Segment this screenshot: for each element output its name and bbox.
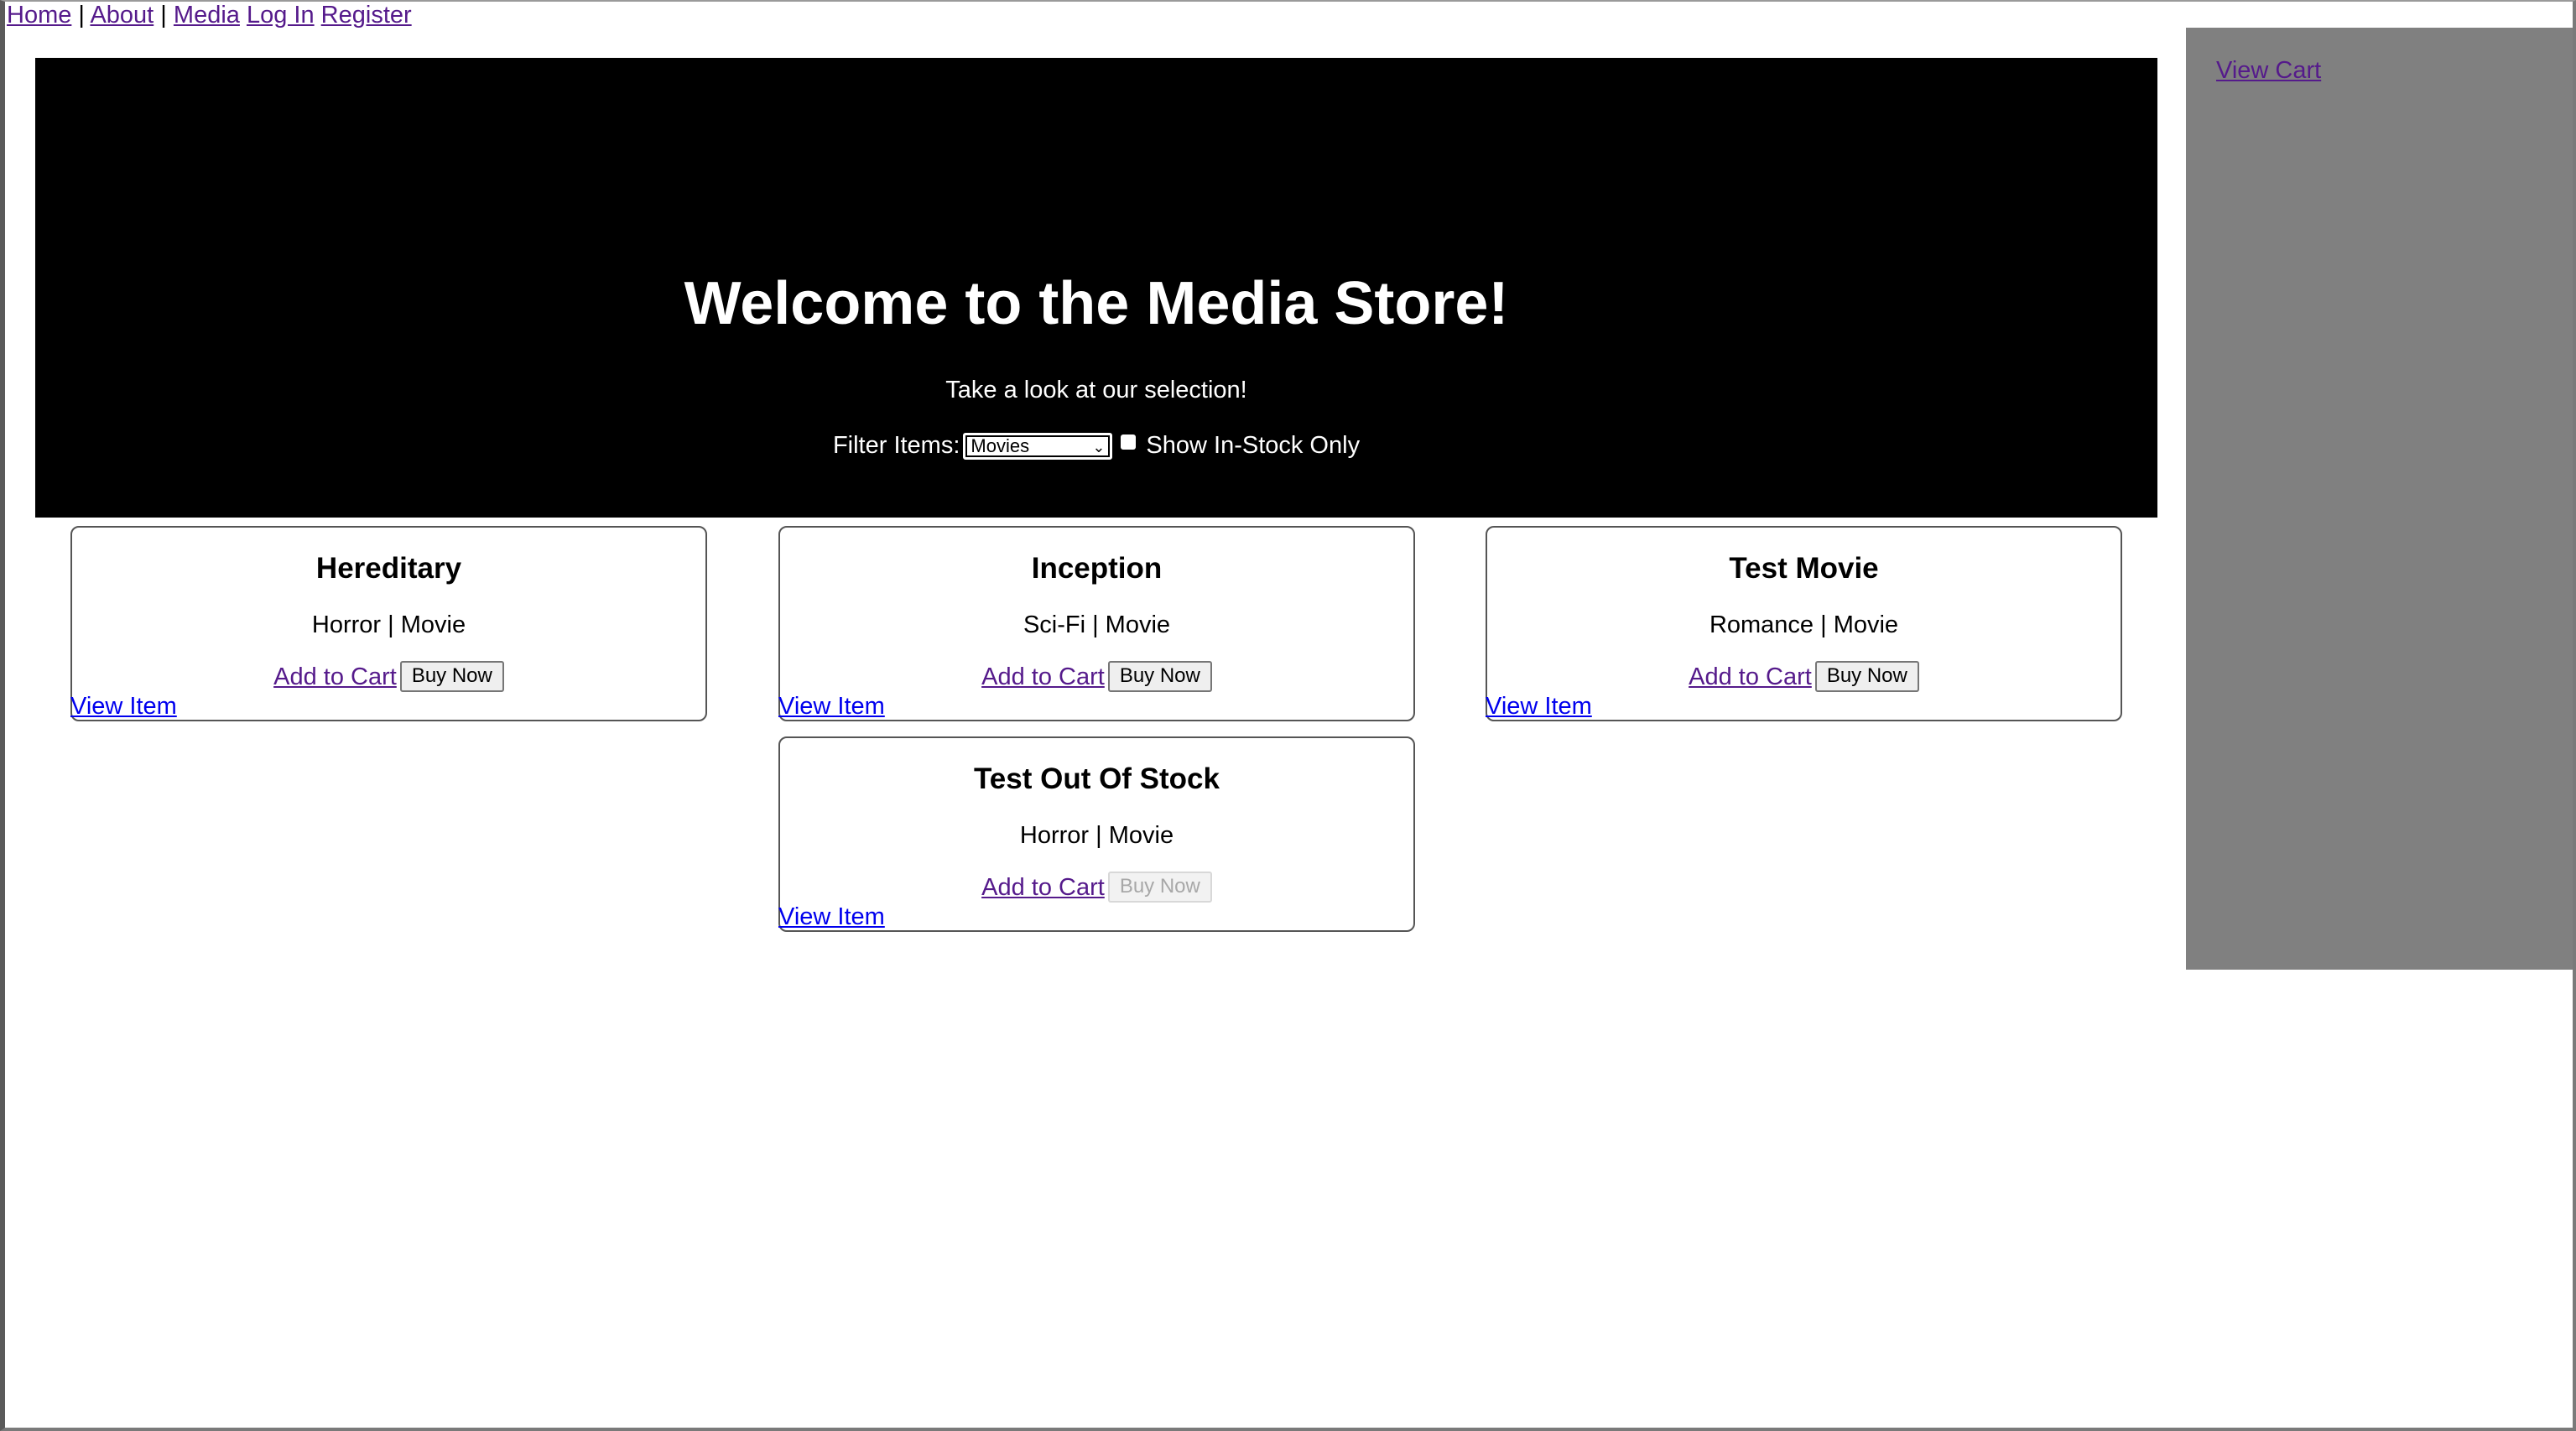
nav-separator: |	[78, 2, 85, 29]
item-genre: Horror | Movie	[1019, 822, 1174, 849]
add-to-cart-link[interactable]: Add to Cart	[981, 874, 1105, 901]
nav-separator: |	[160, 2, 167, 29]
item-title: Hereditary	[315, 552, 462, 585]
top-nav: Home | About | Media Log In Register	[7, 0, 412, 30]
nav-home-link[interactable]: Home	[7, 2, 71, 29]
item-card: Inception Sci-Fi | Movie Add to Cart Buy …	[778, 526, 1415, 721]
item-genre: Horror | Movie	[311, 611, 466, 638]
nav-about-link[interactable]: About	[90, 2, 154, 29]
filter-row: Filter Items: Movies ⌄ Show In-Stock Only	[35, 427, 2157, 464]
item-title: Test Out Of Stock	[974, 762, 1220, 795]
add-to-cart-link[interactable]: Add to Cart	[981, 663, 1105, 690]
buy-now-button: Buy Now	[1107, 871, 1212, 903]
item-actions: Add to Cart Buy Now	[72, 660, 705, 695]
instock-checkbox[interactable]	[1121, 435, 1137, 450]
item-genre: Romance | Movie	[1709, 611, 1899, 638]
instock-label: Show In-Stock Only	[1146, 432, 1361, 459]
item-title: Inception	[1031, 552, 1163, 585]
nav-register-link[interactable]: Register	[321, 2, 412, 29]
item-card: Hereditary Horror | Movie Add to Cart Buy…	[70, 526, 707, 721]
page-title: Welcome to the Media Store!	[684, 270, 1509, 337]
nav-login-link[interactable]: Log In	[247, 2, 315, 29]
buy-now-button[interactable]: Buy Now	[399, 660, 504, 692]
buy-now-button[interactable]: Buy Now	[1814, 660, 1919, 692]
item-title: Test Movie	[1729, 552, 1879, 585]
view-item-link[interactable]: View Item	[778, 691, 885, 721]
view-item-link[interactable]: View Item	[1486, 691, 1592, 721]
add-to-cart-link[interactable]: Add to Cart	[1689, 663, 1812, 690]
filter-selected-value: Movies	[971, 435, 1030, 457]
view-cart-link[interactable]: View Cart	[2216, 55, 2321, 86]
item-actions: Add to Cart Buy Now	[1487, 660, 2121, 695]
item-card: Test Out Of Stock Horror | Movie Add to …	[778, 736, 1415, 932]
chevron-down-icon: ⌄	[1092, 439, 1106, 456]
item-actions: Add to Cart Buy Now	[780, 660, 1413, 695]
filter-label: Filter Items:	[832, 432, 960, 459]
filter-select[interactable]: Movies ⌄	[963, 433, 1113, 461]
view-item-link[interactable]: View Item	[70, 691, 177, 721]
item-actions: Add to Cart Buy Now	[780, 871, 1413, 906]
item-card: Test Movie Romance | Movie Add to Cart Bu…	[1486, 526, 2122, 721]
hero-subtitle: Take a look at our selection!	[945, 377, 1247, 403]
item-genre: Sci-Fi | Movie	[1023, 611, 1171, 638]
add-to-cart-link[interactable]: Add to Cart	[273, 663, 397, 690]
buy-now-button[interactable]: Buy Now	[1107, 660, 1212, 692]
view-item-link[interactable]: View Item	[778, 902, 885, 932]
hero-banner: Welcome to the Media Store! Take a look …	[35, 58, 2157, 518]
nav-media-link[interactable]: Media	[174, 2, 240, 29]
cart-sidebar: View Cart	[2186, 28, 2573, 970]
